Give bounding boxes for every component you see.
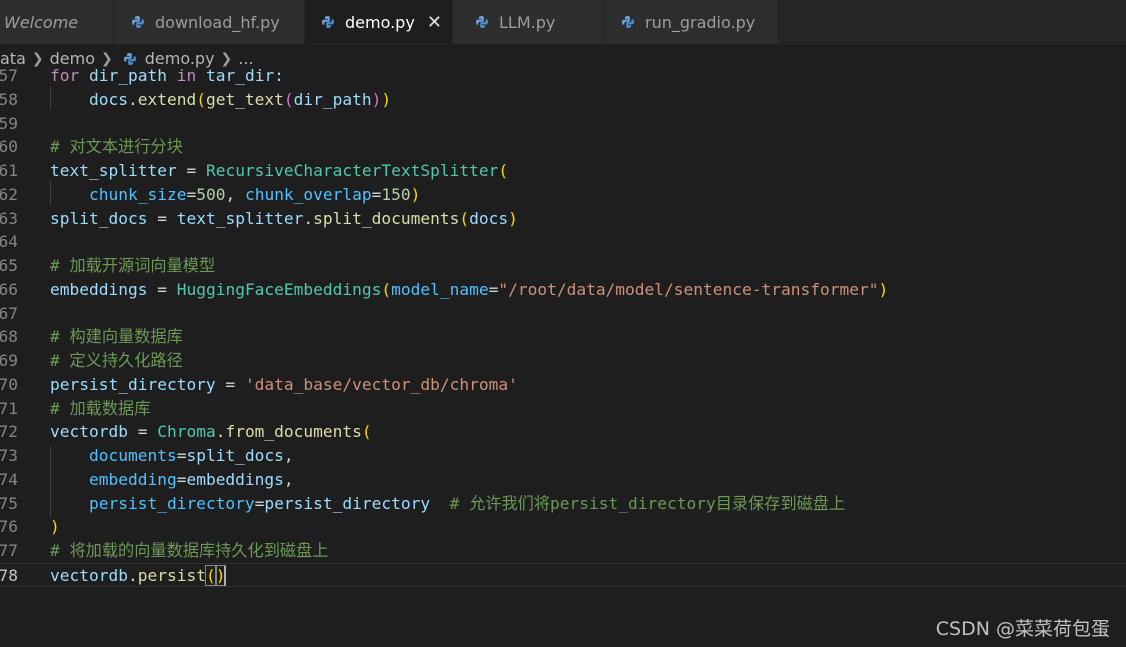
code-line: 60 # 对文本进行分块 [0, 135, 1126, 159]
line-number: 63 [0, 209, 18, 228]
line-number: 69 [0, 351, 18, 370]
code-line: 59 [0, 112, 1126, 136]
python-icon [622, 16, 634, 28]
python-icon [132, 16, 144, 28]
line-number: 78 [0, 566, 18, 585]
code-line: 58 docs.extend(get_text(dir_path)) [0, 88, 1126, 112]
code-line: 73 documents=split_docs, [0, 444, 1126, 468]
code-line-current: 78 vectordb.persist() [0, 563, 1126, 587]
tab-run-gradio[interactable]: run_gradio.py [605, 0, 779, 44]
code-editor[interactable]: 57 for dir_path in tar_dir: 58 docs.exte… [0, 64, 1126, 647]
line-number: 64 [0, 232, 18, 251]
watermark: CSDN @菜菜荷包蛋 [935, 618, 1110, 640]
tab-demo[interactable]: demo.py ✕ [305, 0, 453, 44]
code-line: 67 [0, 302, 1126, 326]
code-text: persist_directory=persist_directory # 允许… [88, 494, 846, 513]
code-text: for dir_path in tar_dir: [50, 66, 284, 85]
line-number: 58 [0, 90, 18, 109]
line-number: 59 [0, 114, 18, 133]
line-number: 74 [0, 470, 18, 489]
python-icon [322, 16, 334, 28]
code-comment: # 定义持久化路径 [50, 351, 183, 370]
code-comment: # 加载数据库 [50, 399, 151, 418]
code-comment: # 对文本进行分块 [50, 137, 183, 156]
code-text: chunk_size=500, chunk_overlap=150) [88, 185, 421, 204]
line-number: 70 [0, 375, 18, 394]
code-comment: # 将加载的向量数据库持久化到磁盘上 [50, 541, 329, 560]
line-number: 73 [0, 446, 18, 465]
code-line: 71 # 加载数据库 [0, 397, 1126, 421]
code-line: 75 persist_directory=persist_directory #… [0, 492, 1126, 516]
code-text: split_docs = text_splitter.split_documen… [50, 209, 518, 228]
line-number: 77 [0, 541, 18, 560]
tab-welcome[interactable]: Welcome [0, 0, 115, 44]
line-number: 71 [0, 399, 18, 418]
line-number: 66 [0, 280, 18, 299]
code-text: embeddings = HuggingFaceEmbeddings(model… [50, 280, 889, 299]
tab-label: download_hf.py [155, 12, 280, 32]
code-text: docs.extend(get_text(dir_path)) [88, 90, 392, 109]
code-line: 68 # 构建向量数据库 [0, 325, 1126, 349]
python-icon [476, 16, 488, 28]
tab-label: run_gradio.py [645, 12, 756, 32]
tab-label: demo.py [345, 12, 415, 32]
code-comment: # 构建向量数据库 [50, 327, 183, 346]
line-number: 72 [0, 422, 18, 441]
line-number: 68 [0, 327, 18, 346]
line-number: 60 [0, 137, 18, 156]
code-text: ) [50, 517, 60, 536]
code-line: 70 persist_directory = 'data_base/vector… [0, 373, 1126, 397]
code-line: 63 split_docs = text_splitter.split_docu… [0, 207, 1126, 231]
line-number: 62 [0, 185, 18, 204]
line-number: 76 [0, 517, 18, 536]
editor-tab-bar: Welcome download_hf.py demo.py ✕ LLM.py … [0, 0, 1126, 45]
line-number: 75 [0, 494, 18, 513]
code-line: 74 embedding=embeddings, [0, 468, 1126, 492]
code-text: vectordb = Chroma.from_documents( [50, 422, 372, 441]
code-line: 66 embeddings = HuggingFaceEmbeddings(mo… [0, 278, 1126, 302]
close-icon[interactable]: ✕ [427, 12, 442, 33]
code-line: 64 [0, 230, 1126, 254]
code-line: 62 chunk_size=500, chunk_overlap=150) [0, 183, 1126, 207]
code-line: 72 vectordb = Chroma.from_documents( [0, 420, 1126, 444]
tab-label: LLM.py [499, 12, 556, 32]
code-line: 65 # 加载开源词向量模型 [0, 254, 1126, 278]
line-number: 57 [0, 66, 18, 85]
code-line: 69 # 定义持久化路径 [0, 349, 1126, 373]
code-text: documents=split_docs, [88, 446, 294, 465]
tab-label: Welcome [4, 12, 79, 32]
code-text: text_splitter = RecursiveCharacterTextSp… [50, 161, 509, 180]
code-text: persist_directory = 'data_base/vector_db… [50, 375, 518, 394]
line-number: 65 [0, 256, 18, 275]
code-line: 77 # 将加载的向量数据库持久化到磁盘上 [0, 539, 1126, 563]
code-line: 57 for dir_path in tar_dir: [0, 64, 1126, 88]
code-line: 61 text_splitter = RecursiveCharacterTex… [0, 159, 1126, 183]
text-cursor [224, 566, 226, 586]
tab-download-hf[interactable]: download_hf.py [115, 0, 305, 44]
line-number: 61 [0, 161, 18, 180]
code-text: vectordb.persist() [50, 565, 227, 586]
tab-llm[interactable]: LLM.py [453, 0, 605, 44]
code-text: embedding=embeddings, [88, 470, 294, 489]
line-number: 67 [0, 304, 18, 323]
code-line: 76 ) [0, 515, 1126, 539]
code-comment: # 加载开源词向量模型 [50, 256, 216, 275]
